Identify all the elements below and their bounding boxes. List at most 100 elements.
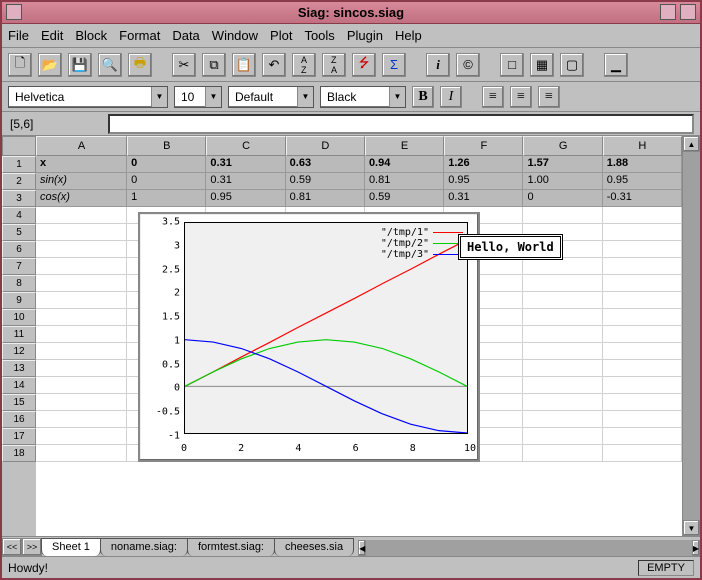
menu-help[interactable]: Help (395, 28, 422, 43)
cell[interactable] (603, 360, 682, 377)
cell[interactable] (36, 377, 127, 394)
row-header[interactable]: 10 (2, 309, 36, 326)
menu-block[interactable]: Block (75, 28, 107, 43)
border-grid-icon[interactable]: ▦ (530, 53, 554, 77)
row-header[interactable]: 6 (2, 241, 36, 258)
cell[interactable]: 0.94 (365, 156, 444, 173)
sheet-tab[interactable]: noname.siag: (100, 538, 188, 556)
copy-icon[interactable]: ⧉ (202, 53, 226, 77)
cell[interactable] (603, 445, 682, 462)
floating-label[interactable]: Hello, World (458, 234, 563, 260)
cell[interactable] (36, 224, 127, 241)
sheet-tab[interactable]: formtest.siag: (187, 538, 275, 556)
menu-window[interactable]: Window (212, 28, 258, 43)
cell[interactable]: 1.26 (444, 156, 523, 173)
align-left-button[interactable]: ≡ (482, 86, 504, 108)
paste-icon[interactable]: 📋 (232, 53, 256, 77)
row-header[interactable]: 15 (2, 394, 36, 411)
vertical-scrollbar[interactable]: ▲ ▼ (682, 136, 700, 536)
sheet-tab[interactable]: Sheet 1 (41, 538, 101, 556)
info-icon[interactable]: i (426, 53, 450, 77)
col-header[interactable]: A (36, 136, 127, 156)
cell[interactable] (36, 309, 127, 326)
style-combo[interactable]: Default▼ (228, 86, 314, 108)
cell[interactable] (36, 394, 127, 411)
menu-edit[interactable]: Edit (41, 28, 63, 43)
cell[interactable] (36, 207, 127, 224)
cell[interactable] (603, 258, 682, 275)
cell[interactable] (523, 309, 602, 326)
preview-icon[interactable]: 🔍 (98, 53, 122, 77)
col-header[interactable]: D (286, 136, 365, 156)
select-all-corner[interactable] (2, 136, 36, 156)
sum-icon[interactable]: Σ (382, 53, 406, 77)
cell[interactable] (523, 275, 602, 292)
cell[interactable]: 0.63 (286, 156, 365, 173)
cell[interactable] (523, 428, 602, 445)
cell[interactable] (523, 258, 602, 275)
col-header[interactable]: B (127, 136, 206, 156)
sort-desc-icon[interactable]: ZA (322, 53, 346, 77)
cell[interactable] (603, 377, 682, 394)
cell[interactable]: 0.31 (206, 156, 285, 173)
formula-input[interactable] (108, 114, 694, 134)
cell[interactable]: 0.59 (286, 173, 365, 190)
cell[interactable]: sin(x) (36, 173, 127, 190)
cell[interactable] (36, 428, 127, 445)
cell[interactable]: 1 (127, 190, 206, 207)
menu-tools[interactable]: Tools (304, 28, 334, 43)
cell[interactable]: 0.95 (444, 173, 523, 190)
horizontal-scrollbar[interactable]: ◀ ▶ (358, 540, 700, 556)
cell[interactable] (36, 292, 127, 309)
cell[interactable]: 0.81 (286, 190, 365, 207)
row-header[interactable]: 1 (2, 156, 36, 173)
cell[interactable] (523, 394, 602, 411)
scroll-right-icon[interactable]: ▶ (692, 540, 700, 556)
cell[interactable]: 0.81 (365, 173, 444, 190)
copyright-icon[interactable]: © (456, 53, 480, 77)
cell[interactable] (36, 326, 127, 343)
cell[interactable]: x (36, 156, 127, 173)
maximize-button[interactable] (680, 4, 696, 20)
cell[interactable]: cos(x) (36, 190, 127, 207)
cell[interactable] (603, 394, 682, 411)
row-header[interactable]: 12 (2, 343, 36, 360)
cell[interactable] (523, 326, 602, 343)
print-icon[interactable]: 🖶 (128, 53, 152, 77)
row-header[interactable]: 3 (2, 190, 36, 207)
undo-icon[interactable]: ↶ (262, 53, 286, 77)
cut-icon[interactable]: ✂ (172, 53, 196, 77)
sort-asc-icon[interactable]: AZ (292, 53, 316, 77)
minimize-button[interactable] (660, 4, 676, 20)
plot-icon[interactable]: ⭍ (352, 53, 376, 77)
row-header[interactable]: 2 (2, 173, 36, 190)
menu-data[interactable]: Data (172, 28, 199, 43)
cell[interactable] (523, 343, 602, 360)
cell[interactable]: 0.59 (365, 190, 444, 207)
sheet-tab[interactable]: cheeses.sia (274, 538, 354, 556)
cell[interactable] (603, 343, 682, 360)
menu-format[interactable]: Format (119, 28, 160, 43)
cell[interactable] (523, 411, 602, 428)
cell[interactable]: 0.95 (603, 173, 682, 190)
cell[interactable]: 0 (127, 156, 206, 173)
cell[interactable]: 0.31 (444, 190, 523, 207)
cell[interactable] (603, 326, 682, 343)
row-header[interactable]: 14 (2, 377, 36, 394)
save-icon[interactable]: 💾 (68, 53, 92, 77)
cell[interactable]: 1.00 (523, 173, 602, 190)
row-header[interactable]: 4 (2, 207, 36, 224)
cell[interactable] (603, 428, 682, 445)
row-header[interactable]: 13 (2, 360, 36, 377)
cell[interactable] (603, 411, 682, 428)
cell[interactable]: 1.57 (523, 156, 602, 173)
size-combo[interactable]: 10▼ (174, 86, 222, 108)
row-header[interactable]: 9 (2, 292, 36, 309)
tab-prev-button[interactable]: << (2, 538, 22, 556)
cell[interactable] (523, 377, 602, 394)
align-right-button[interactable]: ≡ (538, 86, 560, 108)
col-header[interactable]: E (365, 136, 444, 156)
cell[interactable] (36, 241, 127, 258)
align-center-button[interactable]: ≡ (510, 86, 532, 108)
cell[interactable] (36, 411, 127, 428)
